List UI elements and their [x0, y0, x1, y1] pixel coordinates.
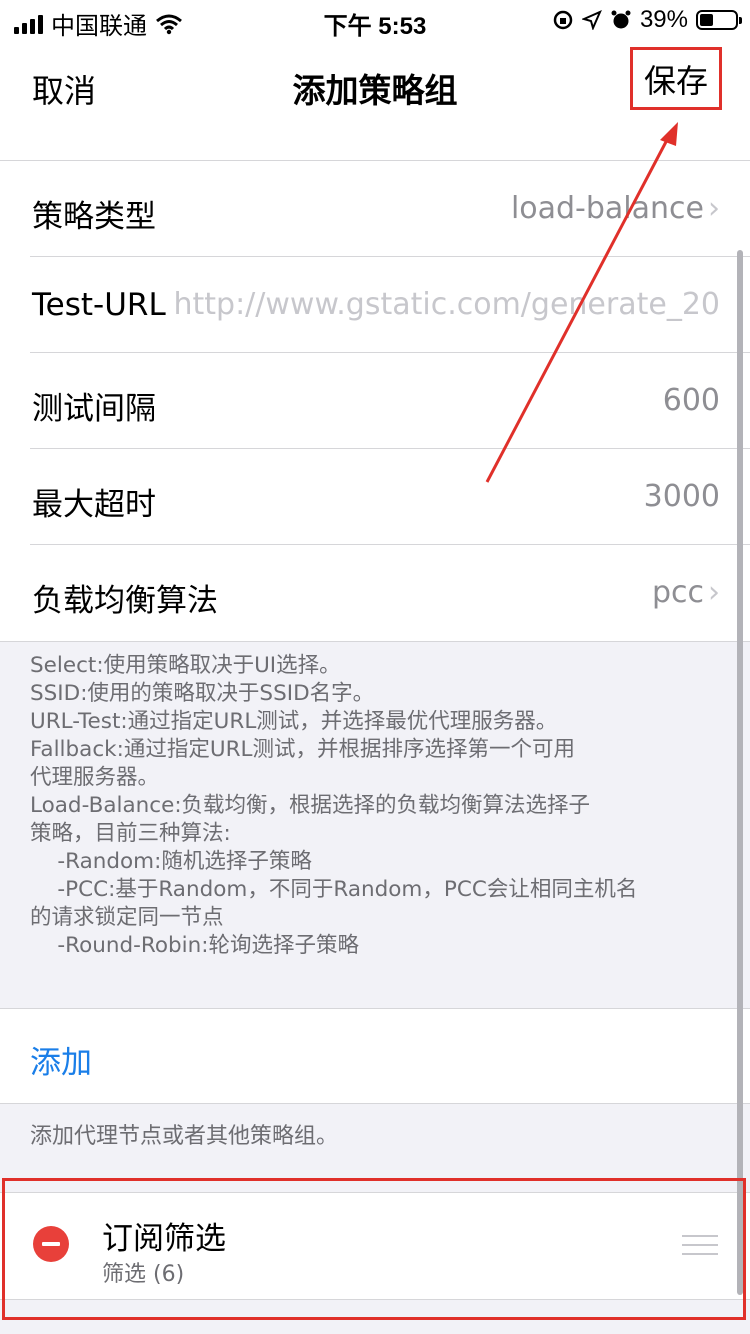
- annotation-arrow: [485, 122, 678, 483]
